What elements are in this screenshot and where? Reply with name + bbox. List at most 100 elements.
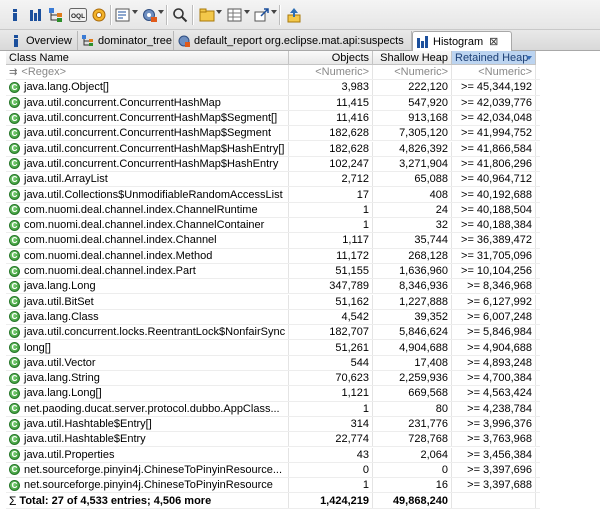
objects-cell: 51,261 [289,340,373,355]
class-name-cell: Cnet.sourceforge.pinyin4j.ChineseToPinyi… [6,462,289,478]
table-row[interactable]: Cjava.lang.Long 347,789 8,346,936 >= 8,346,… [6,279,540,295]
tab-label: Overview [26,34,72,47]
pin-icon[interactable] [285,5,303,24]
oql-icon[interactable]: OQL [68,5,88,24]
export-icon[interactable] [253,5,271,24]
calculate-retained-icon[interactable] [226,5,244,24]
table-row[interactable]: Cjava.lang.String 70,623 2,259,936 >= 4,700… [6,371,540,387]
tab-histogram[interactable]: Histogram ⊠ [412,31,512,51]
class-name: com.nuomi.deal.channel.index.Method [24,249,213,262]
table-row[interactable]: Cjava.util.concurrent.ConcurrentHashMap 1… [6,95,540,111]
regex-filter-icon: ⇉ [9,66,18,78]
class-icon: C [9,372,20,384]
close-tab-icon[interactable]: ⊠ [489,35,498,48]
tab-dominator-tree[interactable]: dominator_tree [78,31,174,50]
total-shallow-heap: 49,868,240 [373,493,452,508]
table-row[interactable]: Ccom.nuomi.deal.channel.index.Channel 1,1… [6,233,540,249]
retained-heap-cell: >= 4,700,384 [452,371,536,386]
objects-cell: 102,247 [289,156,373,172]
table-row[interactable]: Cnet.sourceforge.pinyin4j.ChineseToPinyi… [6,478,540,494]
table-row[interactable]: Cjava.util.Hashtable$Entry 22,774 728,768 >… [6,432,540,448]
table-row[interactable]: Ccom.nuomi.deal.channel.index.Method 11,1… [6,248,540,264]
settings-gear-icon[interactable] [140,5,158,24]
class-name: net.sourceforge.pinyin4j.ChineseToPinyin… [24,463,283,476]
filter-row[interactable]: ⇉ <Regex> <Numeric> <Numeric> <Numeric> [6,65,540,81]
table-row[interactable]: Cjava.lang.Long[] 1,121 669,568 >= 4,563,42… [6,386,540,402]
table-row[interactable]: Cjava.util.Hashtable$Entry[] 314 231,776 >=… [6,416,540,433]
shallow-heap-cell: 547,920 [373,95,452,110]
class-name-cell: Cjava.lang.String [6,371,289,386]
table-row[interactable]: Cjava.util.BitSet 51,162 1,227,888 >= 6,127… [6,294,540,310]
heap-dump-overview-icon[interactable] [90,5,108,24]
settings-dropdown-icon[interactable] [158,10,164,14]
retained-heap-cell: >= 4,238,784 [452,401,536,416]
retained-heap-cell: >= 3,996,376 [452,416,536,432]
retained-heap-cell: >= 6,007,248 [452,309,536,325]
group-by-icon[interactable] [198,5,216,24]
table-row[interactable]: Cnet.sourceforge.pinyin4j.ChineseToPinyi… [6,462,540,479]
objects-cell: 1,117 [289,233,373,248]
class-name-cell: Cjava.util.Hashtable$Entry [6,432,289,447]
main-toolbar: OQL [0,0,600,30]
retained-heap-filter[interactable]: <Numeric> [452,65,536,80]
objects-cell: 11,172 [289,248,373,263]
table-row[interactable]: Cnet.paoding.ducat.server.protocol.dubbo… [6,401,540,417]
histogram-bar-icon [417,35,428,48]
table-row[interactable]: Ccom.nuomi.deal.channel.index.ChannelRun… [6,202,540,218]
class-icon: C [9,81,20,93]
table-row[interactable]: Ccom.nuomi.deal.channel.index.Part 51,155… [6,263,540,280]
table-row[interactable]: Cjava.lang.Object[] 3,983 222,120 >= 45,344… [6,80,540,96]
info-icon[interactable] [6,5,24,24]
column-header-class-name[interactable]: Class Name [6,51,289,65]
column-header-shallow-heap[interactable]: Shallow Heap [373,51,452,65]
class-name-cell: Cjava.util.ArrayList [6,172,289,187]
shallow-heap-cell: 669,568 [373,386,452,401]
export-dropdown-icon[interactable] [271,10,277,14]
table-row[interactable]: Cjava.util.concurrent.ConcurrentHashMap$… [6,126,540,142]
class-name: java.util.Vector [24,356,96,369]
run-report-dropdown-icon[interactable] [132,10,138,14]
column-header-label: Retained Heap [455,52,529,64]
class-icon: C [9,219,20,231]
table-row[interactable]: Ccom.nuomi.deal.channel.index.ChannelCon… [6,218,540,234]
shallow-heap-filter[interactable]: <Numeric> [373,65,452,80]
class-name: java.util.concurrent.ConcurrentHashMap$S… [24,127,272,140]
table-row[interactable]: Cjava.lang.Class 4,542 39,352 >= 6,007,248 [6,309,540,326]
class-icon: C [9,158,20,170]
table-row[interactable]: Clong[] 51,261 4,904,688 >= 4,904,688 [6,340,540,356]
run-report-icon[interactable] [114,5,132,24]
tab-default-report[interactable]: default_report org.eclipse.mat.api:suspe… [174,31,412,50]
class-name-filter[interactable]: ⇉ <Regex> [6,65,289,80]
column-header-objects[interactable]: Objects [289,51,373,65]
table-row[interactable]: Cjava.util.concurrent.ConcurrentHashMap$… [6,141,540,157]
objects-cell: 3,983 [289,80,373,95]
column-header-retained-heap[interactable]: Retained Heap [452,51,536,65]
class-icon: C [9,479,20,491]
report-icon [178,35,190,47]
table-row[interactable]: Cjava.util.Properties 43 2,064 >= 3,456,384 [6,447,540,463]
table-row[interactable]: Cjava.util.concurrent.ConcurrentHashMap$… [6,110,540,127]
table-row[interactable]: Cjava.util.concurrent.locks.ReentrantLoc… [6,325,540,341]
class-name-cell: Cjava.util.concurrent.locks.ReentrantLoc… [6,325,289,340]
calculate-dropdown-icon[interactable] [244,10,250,14]
shallow-heap-cell: 3,271,904 [373,156,452,172]
objects-cell: 22,774 [289,432,373,447]
objects-filter[interactable]: <Numeric> [289,65,373,80]
svg-text:OQL: OQL [71,13,85,20]
right-gutter [540,51,600,516]
retained-heap-cell: >= 42,039,776 [452,95,536,110]
histogram-bar-icon[interactable] [27,5,45,24]
retained-heap-cell: >= 4,893,248 [452,355,536,370]
table-row[interactable]: Cjava.util.ArrayList 2,712 65,088 >= 40,964… [6,172,540,188]
tab-overview[interactable]: Overview [6,31,78,50]
tab-label: Histogram [433,35,484,48]
objects-cell: 17 [289,187,373,202]
table-row[interactable]: Cjava.util.concurrent.ConcurrentHashMap$… [6,156,540,173]
search-icon[interactable] [171,5,189,24]
tab-label: dominator_tree [98,34,172,47]
table-row[interactable]: Cjava.util.Vector 544 17,408 >= 4,893,248 [6,355,540,371]
shallow-heap-cell: 2,064 [373,447,452,462]
dominator-tree-icon[interactable] [47,5,65,24]
group-by-dropdown-icon[interactable] [216,10,222,14]
table-row[interactable]: Cjava.util.Collections$UnmodifiableRando… [6,187,540,203]
